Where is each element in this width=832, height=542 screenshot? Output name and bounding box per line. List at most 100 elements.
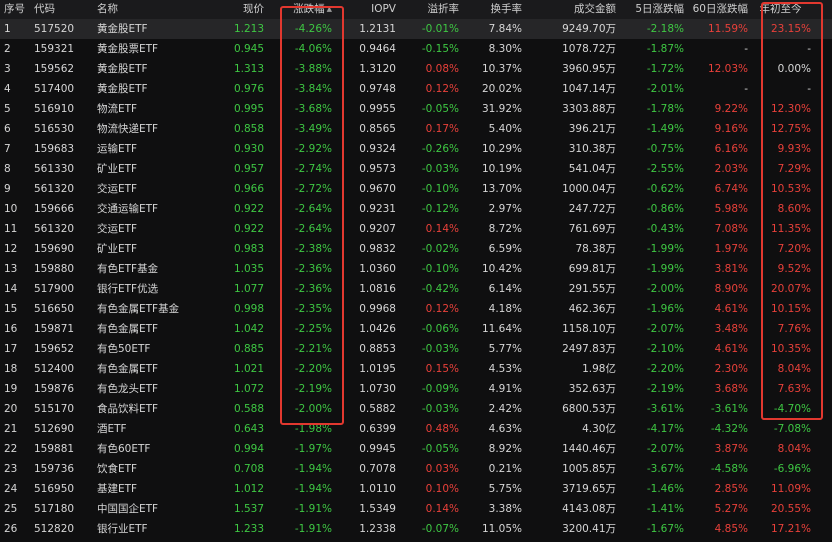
- header-5d-change[interactable]: 5日涨跌幅: [622, 0, 684, 18]
- cell-change: -2.00%: [294, 403, 332, 415]
- table-row[interactable]: 6 516530 物流快递ETF 0.858 -3.49% 0.8565 0.17% 5.40…: [0, 119, 832, 139]
- table-row[interactable]: 18 512400 有色金属ETF 1.021 -2.20% 1.0195 0.15% 4.5…: [0, 359, 832, 379]
- table-row[interactable]: 12 159690 矿业ETF 0.983 -2.38% 0.9832 -0.02% 6.59…: [0, 239, 832, 259]
- cell-amount: 4143.08万: [562, 503, 616, 515]
- cell-index: 21: [4, 423, 18, 435]
- cell-60d-change: 5.98%: [714, 203, 748, 215]
- cell-premium: -0.05%: [421, 443, 459, 455]
- cell-price: 0.588: [233, 403, 264, 415]
- cell-turnover: 4.91%: [488, 383, 522, 395]
- cell-ytd: 20.07%: [770, 283, 811, 295]
- table-row[interactable]: 11 561320 交运ETF 0.922 -2.64% 0.9207 0.14% 8.72%…: [0, 219, 832, 239]
- cell-index: 14: [4, 283, 18, 295]
- table-row[interactable]: 17 159652 有色50ETF 0.885 -2.21% 0.8853 -0.03% 5.…: [0, 339, 832, 359]
- table-row[interactable]: 19 159876 有色龙头ETF 1.072 -2.19% 1.0730 -0.09% 4.…: [0, 379, 832, 399]
- cell-5d-change: -0.62%: [646, 183, 684, 195]
- header-ytd[interactable]: 年初至今: [750, 0, 811, 18]
- table-row[interactable]: 4 517400 黄金股ETF 0.976 -3.84% 0.9748 0.12% 20.02…: [0, 79, 832, 99]
- cell-premium: -0.15%: [421, 43, 459, 55]
- cell-index: 13: [4, 263, 18, 275]
- cell-amount: 9249.70万: [562, 23, 616, 35]
- table-row[interactable]: 14 517900 银行ETF优选 1.077 -2.36% 1.0816 -0.42% 6.…: [0, 279, 832, 299]
- table-row[interactable]: 2 159321 黄金股票ETF 0.945 -4.06% 0.9464 -0.15% 8.3…: [0, 39, 832, 59]
- cell-index: 9: [4, 183, 11, 195]
- cell-amount: 78.38万: [575, 243, 616, 255]
- cell-iopv: 0.6399: [359, 423, 396, 435]
- cell-premium: -0.02%: [421, 243, 459, 255]
- cell-turnover: 4.63%: [488, 423, 522, 435]
- header-change-sorted[interactable]: 涨跌幅 ▲: [280, 0, 332, 18]
- cell-code: 159683: [34, 143, 75, 155]
- header-iopv[interactable]: IOPV: [350, 0, 396, 18]
- header-change-label: 涨跌幅: [293, 3, 325, 15]
- header-turnover[interactable]: 换手率: [470, 0, 523, 18]
- cell-60d-change: -3.61%: [710, 403, 748, 415]
- table-row[interactable]: 13 159880 有色ETF基金 1.035 -2.36% 1.0360 -0.10% 10…: [0, 259, 832, 279]
- cell-amount: 462.36万: [568, 303, 616, 315]
- cell-ytd: -7.08%: [773, 423, 811, 435]
- cell-index: 22: [4, 443, 18, 455]
- cell-index: 7: [4, 143, 11, 155]
- table-row[interactable]: 16 159871 有色金属ETF 1.042 -2.25% 1.0426 -0.06% 11…: [0, 319, 832, 339]
- cell-60d-change: -4.32%: [710, 423, 748, 435]
- cell-index: 3: [4, 63, 11, 75]
- cell-60d-change: -4.58%: [710, 463, 748, 475]
- table-row[interactable]: 26 512820 银行业ETF 1.233 -1.91% 1.2338 -0.07% 11.…: [0, 519, 832, 539]
- header-amount[interactable]: 成交金额: [530, 0, 616, 18]
- table-row[interactable]: 10 159666 交通运输ETF 0.922 -2.64% 0.9231 -0.12% 2.…: [0, 199, 832, 219]
- cell-premium: 0.15%: [425, 363, 459, 375]
- cell-change: -2.92%: [294, 143, 332, 155]
- table-row[interactable]: 22 159881 有色60ETF 0.994 -1.97% 0.9945 -0.05% 8.…: [0, 439, 832, 459]
- table-row[interactable]: 8 561330 矿业ETF 0.957 -2.74% 0.9573 -0.03% 10.19…: [0, 159, 832, 179]
- cell-amount: 4.30亿: [582, 423, 616, 435]
- cell-code: 159736: [34, 463, 75, 475]
- cell-change: -2.20%: [294, 363, 332, 375]
- table-row[interactable]: 1 517520 黄金股ETF 1.213 -4.26% 1.2131 -0.01% 7.84…: [0, 19, 832, 39]
- header-price[interactable]: 现价: [200, 0, 264, 18]
- cell-amount: 1000.04万: [562, 183, 616, 195]
- cell-index: 1: [4, 23, 11, 35]
- header-index[interactable]: 序号: [4, 0, 30, 18]
- cell-iopv: 0.9832: [359, 243, 396, 255]
- header-code[interactable]: 代码: [34, 0, 90, 18]
- table-row[interactable]: 20 515170 食品饮料ETF 0.588 -2.00% 0.5882 -0.03% 2.…: [0, 399, 832, 419]
- cell-change: -2.74%: [294, 163, 332, 175]
- cell-change: -2.36%: [294, 263, 332, 275]
- cell-5d-change: -2.10%: [646, 343, 684, 355]
- table-row[interactable]: 5 516910 物流ETF 0.995 -3.68% 0.9955 -0.05% 31.92…: [0, 99, 832, 119]
- cell-amount: 699.81万: [568, 263, 616, 275]
- cell-index: 4: [4, 83, 11, 95]
- header-60d-change[interactable]: 60日涨跌幅: [690, 0, 748, 18]
- cell-change: -3.84%: [294, 83, 332, 95]
- cell-change: -2.21%: [294, 343, 332, 355]
- cell-code: 517400: [34, 83, 75, 95]
- cell-5d-change: -1.96%: [646, 303, 684, 315]
- cell-60d-change: 4.61%: [714, 303, 748, 315]
- cell-60d-change: 4.61%: [714, 343, 748, 355]
- table-row[interactable]: 3 159562 黄金股ETF 1.313 -3.88% 1.3120 0.08% 10.37…: [0, 59, 832, 79]
- table-row[interactable]: 24 516950 基建ETF 1.012 -1.94% 1.0110 0.10% 5.75%…: [0, 479, 832, 499]
- cell-premium: -0.42%: [421, 283, 459, 295]
- cell-price: 1.035: [233, 263, 264, 275]
- header-premium[interactable]: 溢折率: [405, 0, 460, 18]
- table-row[interactable]: 9 561320 交运ETF 0.966 -2.72% 0.9670 -0.10% 13.70…: [0, 179, 832, 199]
- cell-60d-change: 7.08%: [714, 223, 748, 235]
- cell-60d-change: 1.97%: [714, 243, 748, 255]
- cell-60d-change: -: [744, 83, 748, 95]
- cell-turnover: 4.53%: [488, 363, 522, 375]
- table-row[interactable]: 7 159683 运输ETF 0.930 -2.92% 0.9324 -0.26% 10.29…: [0, 139, 832, 159]
- cell-amount: 761.69万: [568, 223, 616, 235]
- cell-change: -4.26%: [294, 23, 332, 35]
- cell-iopv: 0.9955: [359, 103, 396, 115]
- table-row[interactable]: 21 512690 酒ETF 0.643 -1.98% 0.6399 0.48% 4.63% 4…: [0, 419, 832, 439]
- cell-code: 516950: [34, 483, 75, 495]
- table-row[interactable]: 15 516650 有色金属ETF基金 0.998 -2.35% 0.9968 0.12% 4…: [0, 299, 832, 319]
- cell-index: 15: [4, 303, 18, 315]
- table-row[interactable]: 25 517180 中国国企ETF 1.537 -1.91% 1.5349 0.14% 3.3…: [0, 499, 832, 519]
- cell-turnover: 11.64%: [481, 323, 522, 335]
- cell-change: -2.35%: [294, 303, 332, 315]
- table-row[interactable]: 23 159736 饮食ETF 0.708 -1.94% 0.7078 0.03% 0.21%…: [0, 459, 832, 479]
- cell-5d-change: -1.78%: [646, 103, 684, 115]
- cell-price: 0.976: [233, 83, 264, 95]
- cell-60d-change: -: [744, 43, 748, 55]
